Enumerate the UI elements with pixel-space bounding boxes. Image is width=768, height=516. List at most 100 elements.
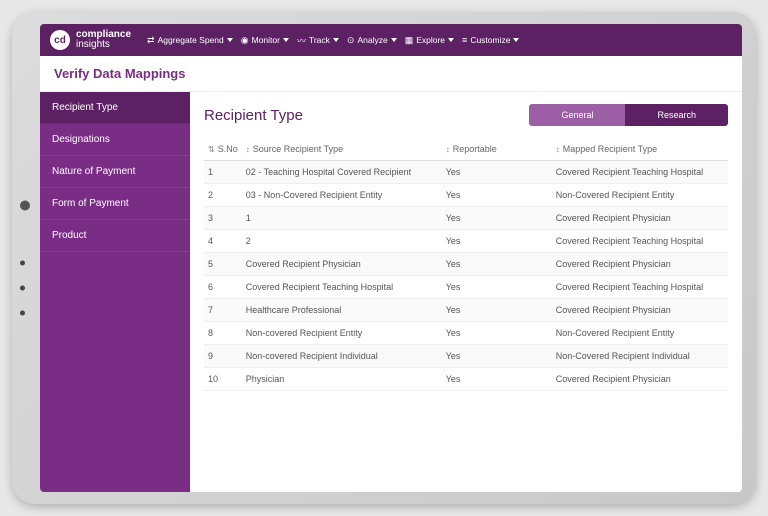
cell-mapped: Covered Recipient Physician [552,207,728,230]
cell-source: 1 [242,207,442,230]
col-mapped[interactable]: ↕Mapped Recipient Type [552,138,728,161]
nav-label: Track [309,35,330,45]
cell-reportable: Yes [442,253,552,276]
cell-sno: 10 [204,368,242,391]
mapping-table: ⇅S.No ↕Source Recipient Type ↕Reportable… [204,138,728,391]
nav-icon: ≡ [462,35,467,45]
chevron-down-icon [283,38,289,42]
cell-reportable: Yes [442,161,552,184]
cell-reportable: Yes [442,299,552,322]
nav-monitor[interactable]: ◉Monitor [241,34,289,47]
cell-mapped: Covered Recipient Physician [552,299,728,322]
camera-icon [20,201,30,211]
sort-icon: ⇅ [208,145,215,154]
nav-track[interactable]: 〰Track [297,34,339,47]
cell-sno: 6 [204,276,242,299]
tab-general[interactable]: General [529,104,625,126]
sidebar-item-nature-of-payment[interactable]: Nature of Payment [40,156,190,188]
table-row[interactable]: 9Non-covered Recipient IndividualYesNon-… [204,345,728,368]
chevron-down-icon [513,38,519,42]
top-nav-bar: cd compliance insights ⇄Aggregate Spend ◉… [40,24,742,56]
nav-icon: ⇄ [147,35,155,46]
cell-mapped: Covered Recipient Physician [552,253,728,276]
cell-source: Healthcare Professional [242,299,442,322]
view-toggle[interactable]: General Research [529,104,728,126]
col-source[interactable]: ↕Source Recipient Type [242,138,442,161]
cell-reportable: Yes [442,276,552,299]
cell-sno: 8 [204,322,242,345]
cell-source: Covered Recipient Teaching Hospital [242,276,442,299]
chevron-down-icon [227,38,233,42]
col-sno[interactable]: ⇅S.No [204,138,242,161]
brand-logo[interactable]: cd compliance insights [50,30,131,50]
nav-explore[interactable]: ▦Explore [405,34,454,47]
nav-customize[interactable]: ≡Customize [462,34,519,47]
cell-mapped: Covered Recipient Teaching Hospital [552,161,728,184]
nav-icon: ⊙ [347,35,355,46]
nav-icon: ▦ [405,35,414,46]
cell-source: 2 [242,230,442,253]
nav-aggregate-spend[interactable]: ⇄Aggregate Spend [147,34,233,47]
brand-sub: insights [76,39,110,50]
nav-label: Monitor [252,35,280,45]
nav-label: Aggregate Spend [158,35,224,45]
cell-sno: 7 [204,299,242,322]
logo-badge: cd [50,30,70,50]
nav-icon: 〰 [297,34,306,47]
table-row[interactable]: 42YesCovered Recipient Teaching Hospital [204,230,728,253]
chevron-down-icon [333,38,339,42]
table-row[interactable]: 102 - Teaching Hospital Covered Recipien… [204,161,728,184]
sidebar-item-form-of-payment[interactable]: Form of Payment [40,188,190,220]
tablet-frame: cd compliance insights ⇄Aggregate Spend ◉… [12,12,756,504]
cell-mapped: Covered Recipient Physician [552,368,728,391]
cell-sno: 3 [204,207,242,230]
app-screen: cd compliance insights ⇄Aggregate Spend ◉… [40,24,742,492]
page-title: Verify Data Mappings [40,56,742,92]
sidebar-item-recipient-type[interactable]: Recipient Type [40,92,190,124]
table-row[interactable]: 7Healthcare ProfessionalYesCovered Recip… [204,299,728,322]
cell-source: Non-covered Recipient Individual [242,345,442,368]
main-panel: Recipient Type General Research ⇅S.No ↕S… [190,92,742,492]
chevron-down-icon [448,38,454,42]
nav-icon: ◉ [241,35,249,46]
table-row[interactable]: 31YesCovered Recipient Physician [204,207,728,230]
chevron-down-icon [391,38,397,42]
cell-reportable: Yes [442,345,552,368]
cell-reportable: Yes [442,322,552,345]
cell-sno: 9 [204,345,242,368]
cell-sno: 5 [204,253,242,276]
nav-label: Customize [470,35,510,45]
table-row[interactable]: 5Covered Recipient PhysicianYesCovered R… [204,253,728,276]
sidebar-item-product[interactable]: Product [40,220,190,252]
cell-reportable: Yes [442,230,552,253]
section-title: Recipient Type [204,107,303,124]
cell-source: 03 - Non-Covered Recipient Entity [242,184,442,207]
table-row[interactable]: 203 - Non-Covered Recipient EntityYesNon… [204,184,728,207]
cell-mapped: Non-Covered Recipient Entity [552,322,728,345]
nav-analyze[interactable]: ⊙Analyze [347,34,397,47]
nav-label: Analyze [357,35,387,45]
sort-icon: ↕ [446,145,450,154]
cell-sno: 2 [204,184,242,207]
cell-source: Non-covered Recipient Entity [242,322,442,345]
cell-mapped: Non-Covered Recipient Entity [552,184,728,207]
nav-label: Explore [416,35,445,45]
sort-icon: ↕ [246,145,250,154]
cell-mapped: Covered Recipient Teaching Hospital [552,276,728,299]
tab-research[interactable]: Research [625,104,728,126]
tablet-side-buttons [20,201,30,316]
cell-source: 02 - Teaching Hospital Covered Recipient [242,161,442,184]
cell-mapped: Covered Recipient Teaching Hospital [552,230,728,253]
table-row[interactable]: 8Non-covered Recipient EntityYesNon-Cove… [204,322,728,345]
main-nav: ⇄Aggregate Spend ◉Monitor 〰Track ⊙Analyze ▦E… [147,34,519,47]
sidebar: Recipient TypeDesignationsNature of Paym… [40,92,190,492]
cell-reportable: Yes [442,184,552,207]
cell-sno: 1 [204,161,242,184]
table-row[interactable]: 6Covered Recipient Teaching HospitalYesC… [204,276,728,299]
cell-reportable: Yes [442,207,552,230]
sidebar-item-designations[interactable]: Designations [40,124,190,156]
col-reportable[interactable]: ↕Reportable [442,138,552,161]
cell-reportable: Yes [442,368,552,391]
cell-source: Covered Recipient Physician [242,253,442,276]
table-row[interactable]: 10PhysicianYesCovered Recipient Physicia… [204,368,728,391]
